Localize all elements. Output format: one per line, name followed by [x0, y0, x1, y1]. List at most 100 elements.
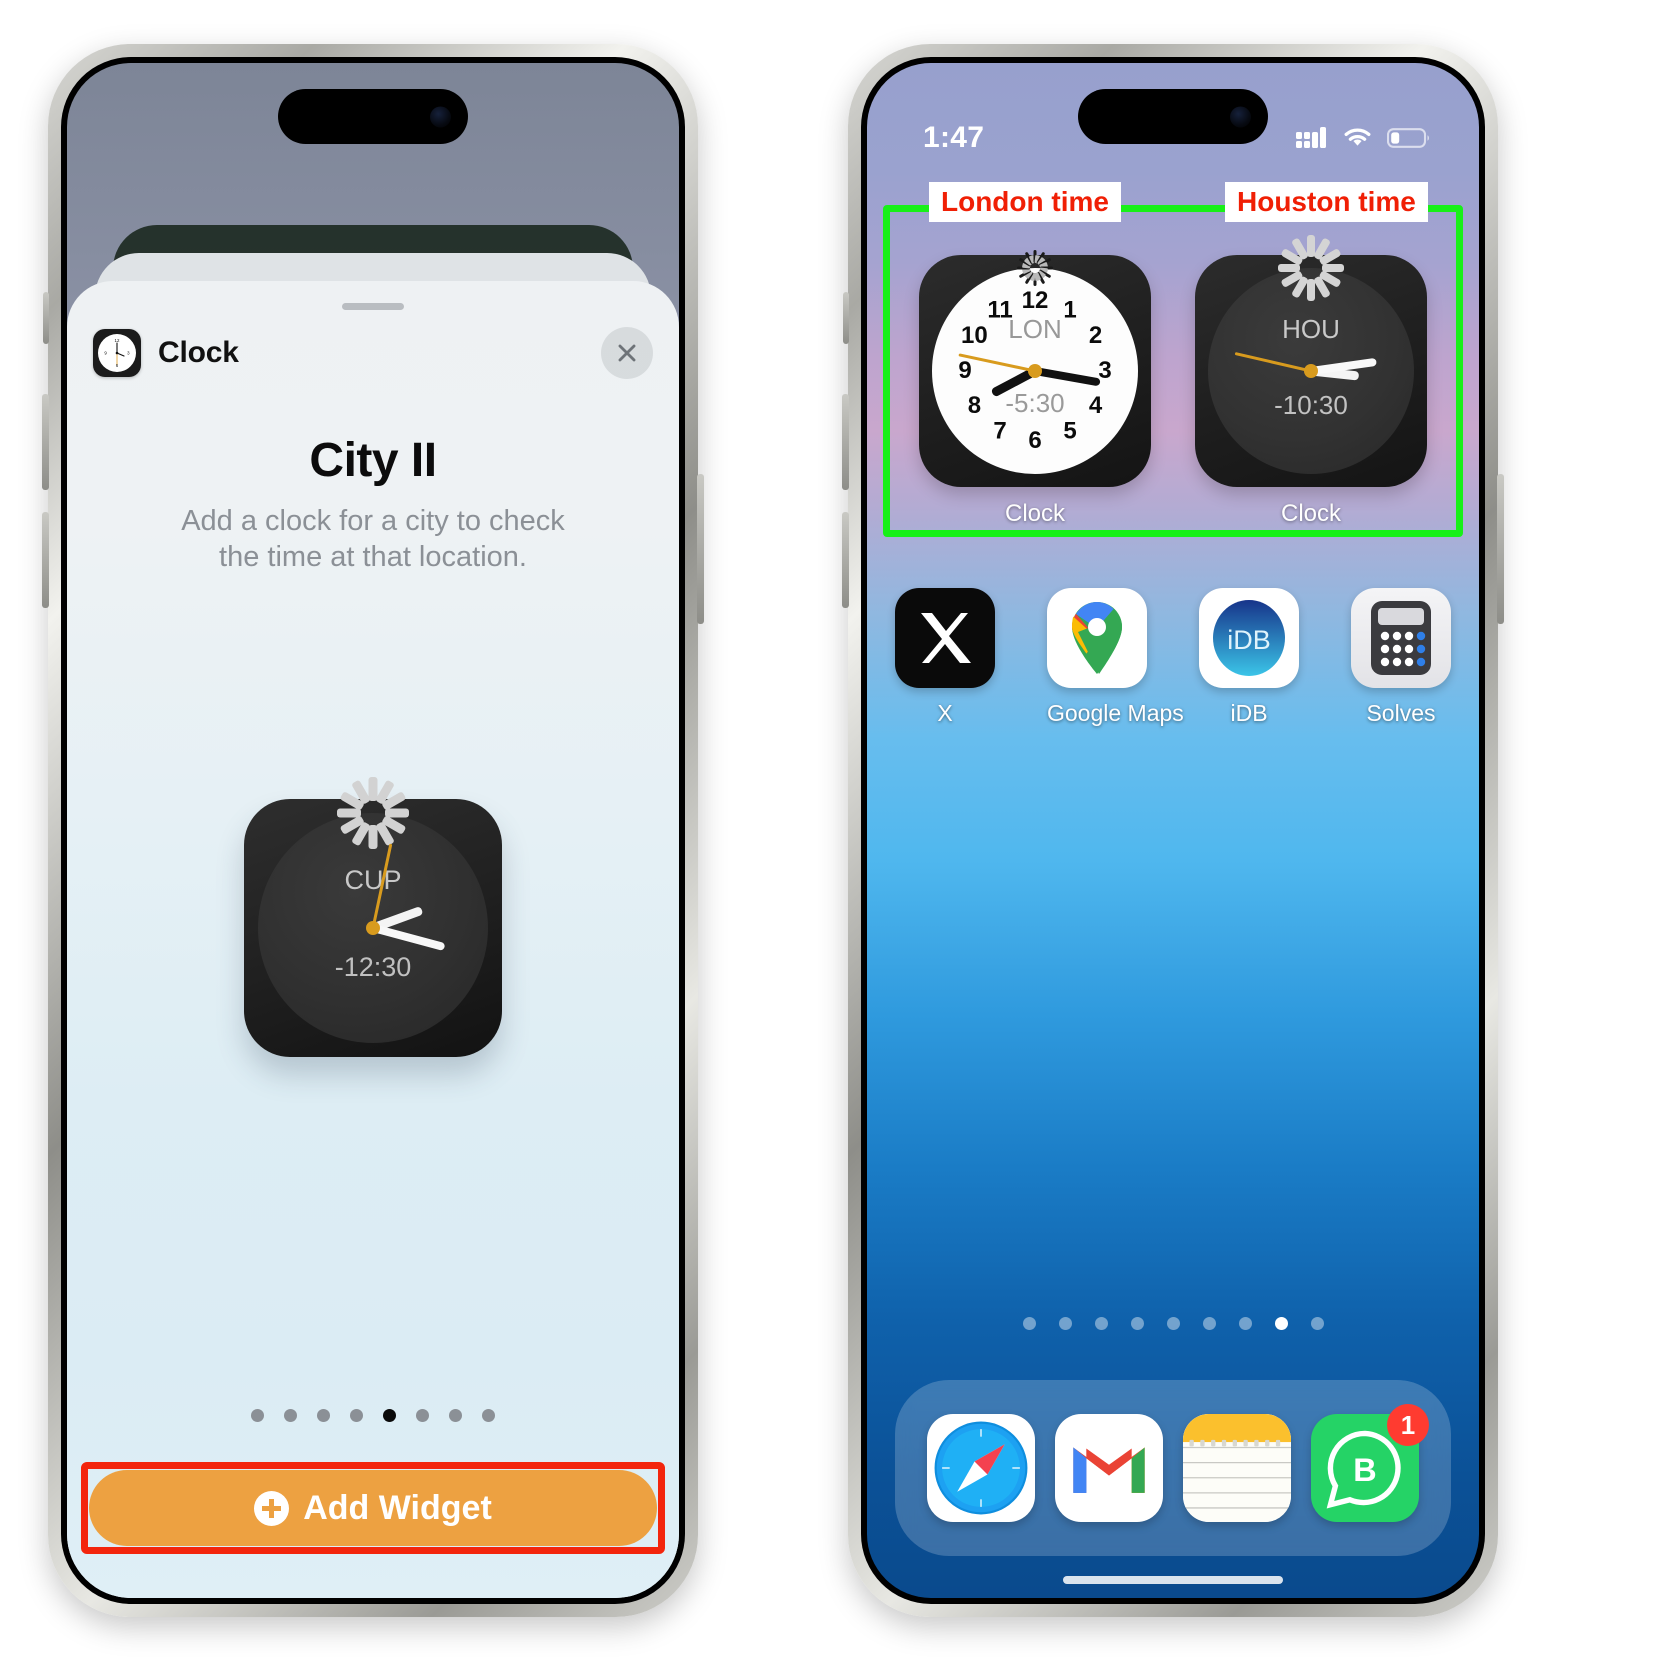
svg-text:iDB: iDB — [1227, 625, 1271, 655]
volume-down-button-right[interactable] — [842, 512, 849, 608]
screenshot-stage: 12 3 6 9 Clock City II Add a clock for a… — [0, 0, 1678, 1665]
add-widget-button[interactable]: Add Widget — [89, 1470, 657, 1546]
page-dot[interactable] — [449, 1409, 462, 1422]
dynamic-island-left — [278, 89, 468, 144]
offset-cup: -12:30 — [334, 952, 412, 982]
clock-tick — [1311, 264, 1414, 272]
home-app-grid: X Google Maps iDB iDB Solves — [867, 588, 1479, 727]
clock-dial-lon: 12 1 2 3 4 5 6 7 8 9 10 11 LON -5:30 — [932, 250, 1138, 474]
cellular-bars-icon — [1296, 127, 1326, 148]
x-app-icon[interactable] — [895, 588, 995, 688]
dock: B 1 — [895, 1380, 1451, 1556]
plus-circle-icon — [254, 1490, 290, 1526]
city-code-lon: LON — [1008, 314, 1062, 344]
mute-switch[interactable] — [43, 292, 49, 344]
widget-cell-houston: HOU -10:30 Clock — [1195, 235, 1427, 528]
houston-time-tag: Houston time — [1225, 182, 1428, 222]
dynamic-island-right — [1078, 89, 1268, 144]
widget-description: Add a clock for a city to check the time… — [181, 505, 565, 574]
app-cell-idb: iDB iDB — [1199, 588, 1299, 727]
widget-preview-cup[interactable]: CUP -12:30 — [244, 777, 502, 1057]
page-dot[interactable] — [383, 1409, 396, 1422]
phone-right-body: 1:47 London time Houston time 12 1 2 3 4… — [861, 57, 1485, 1604]
page-dot[interactable] — [482, 1409, 495, 1422]
home-indicator-right[interactable] — [1063, 1576, 1283, 1584]
sheet-app-name: Clock — [158, 336, 239, 369]
wifi-icon — [1344, 128, 1371, 146]
clock-numeral: 9 — [958, 357, 972, 384]
sheet-grabber[interactable] — [342, 303, 404, 310]
svg-text:9: 9 — [104, 351, 107, 356]
clock-tick — [1208, 264, 1311, 272]
whatsapp-business-icon[interactable]: B 1 — [1311, 1404, 1429, 1522]
phone-right-screen: 1:47 London time Houston time 12 1 2 3 4… — [867, 63, 1479, 1598]
clock-icon-face: 12 3 6 9 — [98, 334, 136, 372]
close-button[interactable] — [601, 327, 653, 379]
idb-app-icon[interactable]: iDB — [1199, 588, 1299, 688]
page-dot[interactable] — [317, 1409, 330, 1422]
london-time-tag: London time — [929, 182, 1121, 222]
add-widget-area: Add Widget — [89, 1470, 657, 1546]
clock-numeral: 5 — [1063, 417, 1077, 445]
notes-icon[interactable] — [1183, 1414, 1291, 1522]
clock-tick — [368, 698, 378, 813]
widget-caption-london: Clock — [1004, 500, 1065, 527]
widget-cell-london: 12 1 2 3 4 5 6 7 8 9 10 11 LON -5:30 Clock — [919, 250, 1151, 528]
google-maps-icon[interactable] — [1047, 588, 1147, 688]
page-dot[interactable] — [1238, 1317, 1252, 1330]
page-dot[interactable] — [416, 1409, 429, 1422]
calculator-app-icon[interactable] — [1351, 588, 1451, 688]
clock-hub-cup — [366, 921, 380, 935]
page-dot[interactable] — [1274, 1317, 1288, 1330]
mute-switch-right[interactable] — [843, 292, 849, 344]
safari-icon[interactable] — [927, 1414, 1035, 1522]
clock-numeral: 6 — [1028, 427, 1042, 454]
city-code-hou: HOU — [1282, 314, 1340, 344]
status-time: 1:47 — [923, 121, 985, 154]
city-code-cup: CUP — [344, 865, 402, 895]
page-dot[interactable] — [1166, 1317, 1180, 1330]
app-label-idb: iDB — [1230, 700, 1268, 726]
gmail-icon[interactable] — [1055, 1414, 1163, 1522]
clock-numeral: 7 — [993, 417, 1007, 445]
page-dot[interactable] — [1310, 1317, 1324, 1330]
offset-lon: -5:30 — [1005, 388, 1065, 418]
svg-text:3: 3 — [127, 351, 130, 356]
clock-tick — [373, 808, 488, 818]
clock-widget-london[interactable]: 12 1 2 3 4 5 6 7 8 9 10 11 LON -5:30 — [919, 250, 1151, 487]
page-dot[interactable] — [1058, 1317, 1072, 1330]
page-dot[interactable] — [1094, 1317, 1108, 1330]
app-label-google-maps: Google Maps — [1047, 700, 1184, 726]
app-cell-solves: Solves — [1351, 588, 1451, 727]
front-camera-icon — [430, 106, 451, 127]
page-dot[interactable] — [251, 1409, 264, 1422]
volume-up-button[interactable] — [42, 394, 49, 490]
close-icon — [618, 344, 636, 362]
add-widget-label: Add Widget — [303, 1488, 492, 1527]
status-icons — [1296, 126, 1431, 150]
page-dot[interactable] — [1130, 1317, 1144, 1330]
app-label-solves: Solves — [1366, 700, 1436, 726]
clock-hub-hou — [1304, 364, 1318, 378]
clock-dial-cup: CUP -12:30 — [258, 777, 488, 1043]
app-cell-x: X — [895, 588, 995, 727]
whatsapp-badge: 1 — [1387, 1404, 1429, 1446]
clock-numeral: 3 — [1098, 357, 1112, 384]
widget-title: City II — [309, 434, 437, 487]
page-dot[interactable] — [1022, 1317, 1036, 1330]
clock-hub-lon — [1028, 364, 1042, 378]
clock-app-icon: 12 3 6 9 — [93, 329, 141, 377]
page-dot[interactable] — [1202, 1317, 1216, 1330]
page-dot[interactable] — [350, 1409, 363, 1422]
power-button[interactable] — [697, 474, 704, 624]
widget-page-dots[interactable] — [67, 1409, 679, 1422]
home-page-dots[interactable] — [867, 1317, 1479, 1330]
volume-down-button[interactable] — [42, 512, 49, 608]
svg-text:12: 12 — [115, 338, 120, 343]
widget-caption-houston: Clock — [1280, 500, 1341, 527]
phone-left-body: 12 3 6 9 Clock City II Add a clock for a… — [61, 57, 685, 1604]
power-button-right[interactable] — [1497, 474, 1504, 624]
clock-widget-houston[interactable]: HOU -10:30 — [1195, 235, 1427, 487]
volume-up-button-right[interactable] — [842, 394, 849, 490]
page-dot[interactable] — [284, 1409, 297, 1422]
